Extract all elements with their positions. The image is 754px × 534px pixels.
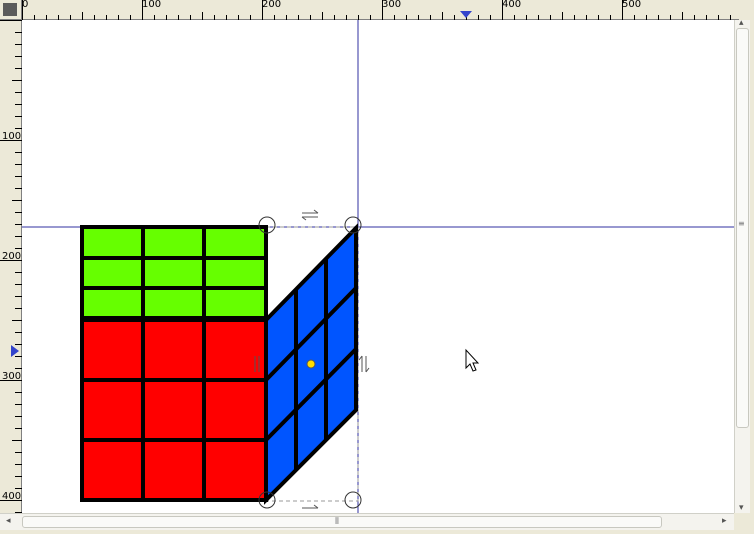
canvas-drawing[interactable]: [22, 20, 734, 513]
mouse-pointer-icon: [465, 348, 480, 372]
scroll-left-arrow-icon[interactable]: ◂: [6, 517, 11, 526]
skew-top-arrow-icon[interactable]: [301, 209, 319, 221]
vertical-scroll-thumb[interactable]: ≡: [736, 28, 749, 428]
hruler-label-300: 300: [382, 0, 402, 10]
vruler-label-200: 200: [2, 251, 22, 262]
drawing-canvas[interactable]: [22, 20, 734, 513]
hruler-label-200: 200: [262, 0, 282, 10]
hruler-label-500: 500: [622, 0, 642, 10]
scroll-down-arrow-icon[interactable]: ▾: [739, 504, 744, 513]
horizontal-thumb-grip: ⦀: [335, 517, 339, 527]
scroll-up-arrow-icon[interactable]: ▴: [739, 19, 744, 28]
vruler-label-100: 100: [2, 131, 22, 142]
vertical-thumb-grip: ≡: [738, 219, 745, 228]
hruler-label-400: 400: [502, 0, 522, 10]
vruler-label-300: 300: [2, 371, 22, 382]
rotate-handle-bottom-right-icon[interactable]: [344, 491, 362, 509]
scroll-right-arrow-icon[interactable]: ▸: [722, 517, 727, 526]
horizontal-ruler-marker[interactable]: [460, 11, 472, 18]
hruler-label-100: 100: [142, 0, 162, 10]
vertical-ruler[interactable]: 100 200 300 400: [0, 20, 22, 515]
horizontal-scroll-thumb[interactable]: ⦀: [22, 516, 662, 528]
front-face-red[interactable]: [80, 318, 268, 502]
scrollbar-corner: [734, 513, 754, 534]
ruler-corner-box: [3, 3, 17, 16]
ruler-corner: [0, 0, 22, 20]
vruler-label-400: 400: [2, 491, 22, 502]
vertical-scrollbar[interactable]: ≡ ▴ ▾: [734, 19, 750, 515]
rotation-center-icon[interactable]: [306, 359, 316, 369]
hruler-label-0: 0: [22, 0, 29, 10]
top-face-green[interactable]: [80, 225, 268, 320]
horizontal-ruler[interactable]: 0 100 200 300 400 500: [22, 0, 739, 20]
horizontal-scrollbar[interactable]: ◂ ⦀ ▸: [0, 513, 734, 530]
skew-bottom-arrow-icon[interactable]: [302, 504, 319, 509]
skew-right-arrow-icon[interactable]: [358, 355, 370, 373]
vertical-ruler-ticks: [0, 20, 22, 513]
vertical-ruler-marker[interactable]: [11, 345, 19, 357]
